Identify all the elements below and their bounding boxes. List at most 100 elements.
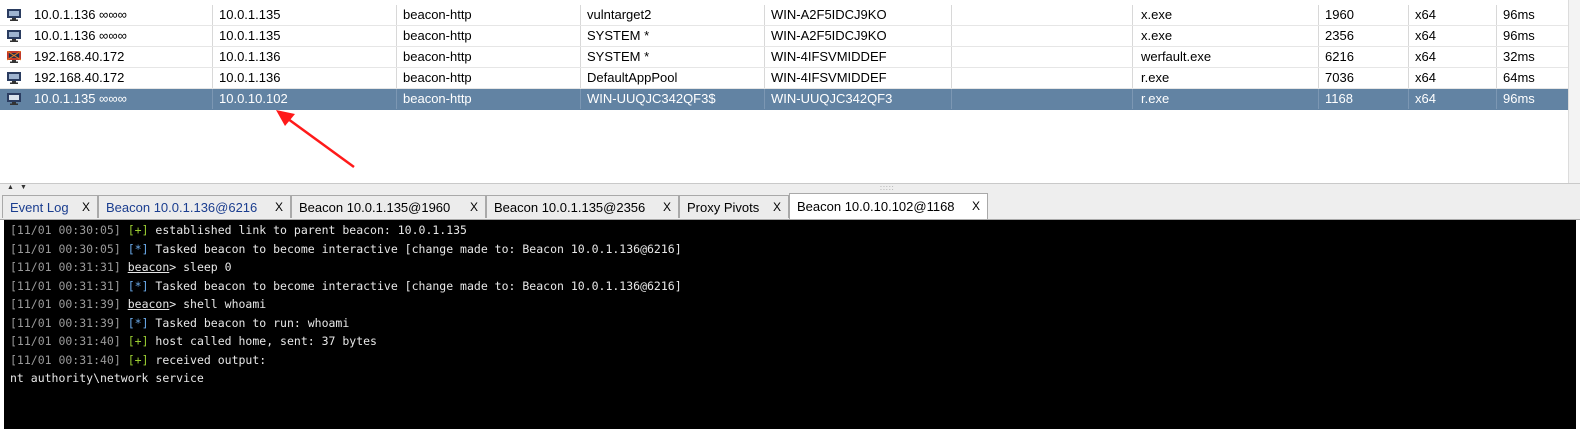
pane-splitter[interactable]: ▲ ▼ ::::: <box>0 183 1580 192</box>
tab-proxy-pivots[interactable]: Proxy Pivots X <box>679 195 789 218</box>
tab-beacon-10-0-1-136-6216[interactable]: Beacon 10.0.1.136@6216 X <box>98 195 291 218</box>
console-marker: [+] <box>127 223 149 237</box>
table-row[interactable]: 192.168.40.172 10.0.1.136 beacon-http SYSTE… <box>0 47 1568 68</box>
column-divider <box>764 26 765 46</box>
column-divider <box>951 89 952 109</box>
console-prompt: beacon <box>127 260 170 274</box>
column-divider <box>580 26 581 46</box>
column-divider <box>1132 89 1133 109</box>
cell-computer: WIN-A2F5IDCJ9KO <box>771 7 887 22</box>
column-divider <box>580 89 581 109</box>
tab-beacon-10-0-1-135-2356[interactable]: Beacon 10.0.1.135@2356 X <box>486 195 679 218</box>
console-timestamp: [11/01 00:31:40] <box>10 334 121 348</box>
column-divider <box>1408 47 1409 67</box>
column-divider <box>580 5 581 25</box>
cell-listener: beacon-http <box>403 7 472 22</box>
console-line: [11/01 00:31:39] [*] Tasked beacon to ru… <box>10 314 349 332</box>
cell-process: x.exe <box>1141 7 1173 22</box>
column-divider <box>396 5 397 25</box>
tab-close-icon[interactable]: X <box>82 196 90 219</box>
cell-computer: WIN-A2F5IDCJ9KO <box>771 28 887 43</box>
column-divider <box>1132 5 1133 25</box>
cell-arch: x64 <box>1415 91 1436 106</box>
cell-computer: WIN-UUQJC342QF3 <box>771 91 893 106</box>
column-divider <box>1408 89 1409 109</box>
column-divider <box>396 68 397 88</box>
table-row[interactable]: 10.0.1.136 ∞∞∞ 10.0.1.135 beacon-http vulnt… <box>0 5 1568 26</box>
console-marker: [*] <box>127 315 149 330</box>
cell-external-address: 192.168.40.172 <box>34 70 125 85</box>
column-divider <box>1132 68 1133 88</box>
cell-external-address: 10.0.1.135 ∞∞∞ <box>34 91 127 106</box>
cell-last-checkin: 64ms <box>1503 70 1535 85</box>
console-text: Tasked beacon to become interactive [cha… <box>148 241 682 256</box>
tab-beacon-10-0-10-102-1168[interactable]: Beacon 10.0.10.102@1168 X <box>789 193 988 220</box>
cell-user: DefaultAppPool <box>587 70 678 85</box>
cell-computer: WIN-4IFSVMIDDEF <box>771 49 887 64</box>
cell-pid: 7036 <box>1325 70 1354 85</box>
column-divider <box>212 89 213 109</box>
column-divider <box>212 26 213 46</box>
cell-listener: beacon-http <box>403 28 472 43</box>
cell-last-checkin: 96ms <box>1503 91 1535 106</box>
collapse-up-icon[interactable]: ▲ <box>7 184 14 191</box>
table-row[interactable]: 192.168.40.172 10.0.1.136 beacon-http Defau… <box>0 68 1568 89</box>
cell-last-checkin: 96ms <box>1503 7 1535 22</box>
table-row-selected[interactable]: 10.0.1.135 ∞∞∞ 10.0.10.102 beacon-http WIN-… <box>0 89 1568 110</box>
collapse-down-icon[interactable]: ▼ <box>20 184 27 191</box>
column-divider <box>1496 26 1497 46</box>
cell-user: WIN-UUQJC342QF3$ <box>587 91 716 106</box>
console-prompt: beacon <box>127 297 170 311</box>
cell-listener: beacon-http <box>403 49 472 64</box>
cell-pid: 2356 <box>1325 28 1354 43</box>
console-timestamp: [11/01 00:31:39] <box>10 297 121 311</box>
tab-close-icon[interactable]: X <box>773 196 781 219</box>
console-text: Tasked beacon to become interactive [cha… <box>148 278 682 293</box>
cell-external-address: 10.0.1.136 ∞∞∞ <box>34 7 127 22</box>
column-divider <box>1318 89 1319 109</box>
cell-external-address: 10.0.1.136 ∞∞∞ <box>34 28 127 43</box>
console-text: nt authority\network service <box>10 371 204 385</box>
tab-label: Proxy Pivots <box>687 200 760 215</box>
tab-close-icon[interactable]: X <box>470 196 478 219</box>
table-scrollbar[interactable] <box>1568 0 1580 183</box>
cell-pid: 1168 <box>1325 91 1353 106</box>
column-divider <box>1318 68 1319 88</box>
cell-user: vulntarget2 <box>587 7 652 22</box>
cell-last-checkin: 32ms <box>1503 49 1535 64</box>
tab-label: Beacon 10.0.1.135@1960 <box>299 200 451 215</box>
column-divider <box>951 26 952 46</box>
session-table: 10.0.1.136 ∞∞∞ 10.0.1.135 beacon-http vulnt… <box>0 0 1580 183</box>
column-divider <box>1496 89 1497 109</box>
monitor-icon <box>7 72 21 84</box>
beacon-console[interactable]: [11/01 00:30:05] [+] established link to… <box>2 220 1576 429</box>
tab-label: Beacon 10.0.1.136@6216 <box>106 200 258 215</box>
column-divider <box>1408 26 1409 46</box>
column-divider <box>951 47 952 67</box>
tab-close-icon[interactable]: X <box>663 196 671 219</box>
tab-close-icon[interactable]: X <box>275 196 283 219</box>
cell-user: SYSTEM * <box>587 49 650 64</box>
column-divider <box>764 5 765 25</box>
console-line: nt authority\network service <box>10 369 204 387</box>
cell-process: werfault.exe <box>1141 49 1212 64</box>
cell-computer: WIN-4IFSVMIDDEF <box>771 70 887 85</box>
tab-event-log[interactable]: Event Log X <box>2 195 98 218</box>
column-divider <box>1408 5 1409 25</box>
tab-close-icon[interactable]: X <box>972 194 980 219</box>
console-line: [11/01 00:31:39] beacon> shell whoami <box>10 295 266 313</box>
tab-label: Event Log <box>10 200 69 215</box>
column-divider <box>580 68 581 88</box>
column-divider <box>396 47 397 67</box>
cell-internal-address: 10.0.1.136 <box>219 49 281 64</box>
column-divider <box>1318 47 1319 67</box>
column-divider <box>1318 5 1319 25</box>
cell-last-checkin: 96ms <box>1503 28 1535 43</box>
console-text: > sleep 0 <box>169 260 232 274</box>
cell-internal-address: 10.0.1.135 <box>219 7 281 22</box>
console-line: [11/01 00:30:05] [*] Tasked beacon to be… <box>10 240 682 258</box>
table-row[interactable]: 10.0.1.136 ∞∞∞ 10.0.1.135 beacon-http SYSTE… <box>0 26 1568 47</box>
column-divider <box>212 68 213 88</box>
tab-beacon-10-0-1-135-1960[interactable]: Beacon 10.0.1.135@1960 X <box>291 195 486 218</box>
console-text: established link to parent beacon: 10.0.… <box>148 223 467 237</box>
